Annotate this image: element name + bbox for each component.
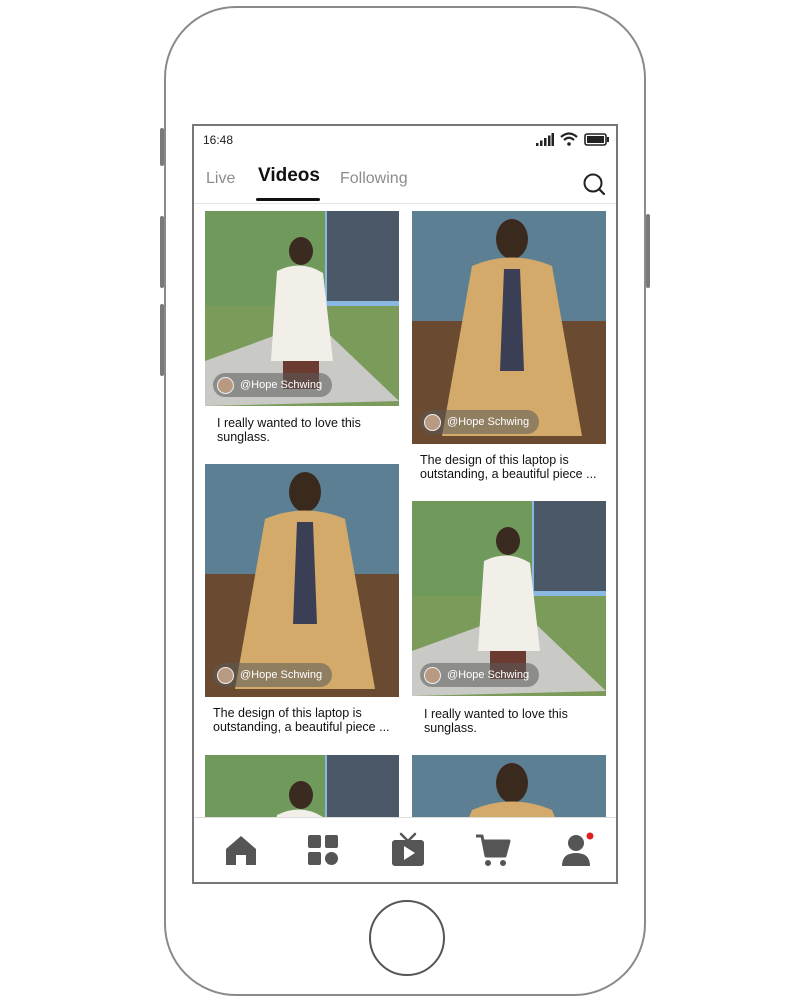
- author-name: @Hope Schwing: [447, 669, 530, 681]
- home-button[interactable]: [369, 900, 445, 976]
- notification-badge: [586, 832, 594, 840]
- avatar: [217, 666, 234, 684]
- author-name: @Hope Schwing: [240, 669, 323, 681]
- author-name: @Hope Schwing: [447, 416, 530, 428]
- video-feed: @Hope Schwing I really wanted to love th…: [194, 205, 616, 817]
- status-time: 16:48: [203, 133, 234, 147]
- cart-icon[interactable]: [475, 832, 511, 868]
- bottom-nav: [194, 817, 616, 882]
- search-icon[interactable]: [582, 172, 606, 196]
- video-caption: I really wanted to love this sunglass.: [217, 416, 361, 444]
- video-card[interactable]: @Hope Schwing I really wanted to love th…: [412, 501, 606, 736]
- video-card[interactable]: [205, 755, 399, 817]
- author-chip[interactable]: @Hope Schwing: [420, 410, 540, 434]
- video-thumbnail[interactable]: [205, 755, 399, 817]
- power-button: [646, 214, 650, 288]
- avatar: [424, 666, 441, 684]
- video-caption: I really wanted to love this sunglass.: [424, 707, 568, 735]
- status-icons: [536, 132, 610, 146]
- video-card[interactable]: @Hope Schwing The design of this laptop …: [205, 464, 399, 736]
- battery-icon: [584, 132, 609, 146]
- active-tab-indicator: [256, 198, 320, 201]
- avatar: [424, 413, 441, 431]
- video-card[interactable]: @Hope Schwing I really wanted to love th…: [205, 211, 399, 453]
- author-chip[interactable]: @Hope Schwing: [420, 663, 540, 687]
- tab-following[interactable]: Following: [340, 170, 408, 188]
- avatar: [217, 376, 234, 394]
- wifi-icon: [560, 132, 578, 146]
- author-chip[interactable]: @Hope Schwing: [213, 373, 333, 397]
- video-thumbnail[interactable]: [412, 755, 606, 817]
- app-screen: 16:48 Live Videos Following @Hope Schwin…: [192, 124, 618, 884]
- video-caption: The design of this laptop is outstanding…: [213, 706, 390, 734]
- video-card[interactable]: @Hope Schwing The design of this laptop …: [412, 211, 606, 491]
- status-bar: 16:48: [194, 126, 616, 154]
- home-icon[interactable]: [223, 832, 259, 868]
- tv-play-icon[interactable]: [390, 832, 426, 868]
- tab-videos[interactable]: Videos: [258, 165, 320, 187]
- top-tabs: Live Videos Following: [194, 164, 616, 204]
- signal-icon: [536, 132, 554, 146]
- video-caption: The design of this laptop is outstanding…: [420, 453, 597, 481]
- profile-icon[interactable]: [560, 832, 596, 868]
- author-chip[interactable]: @Hope Schwing: [213, 663, 333, 687]
- tab-live[interactable]: Live: [206, 170, 235, 188]
- video-card[interactable]: [412, 755, 606, 817]
- author-name: @Hope Schwing: [240, 379, 323, 391]
- grid-icon[interactable]: [305, 832, 341, 868]
